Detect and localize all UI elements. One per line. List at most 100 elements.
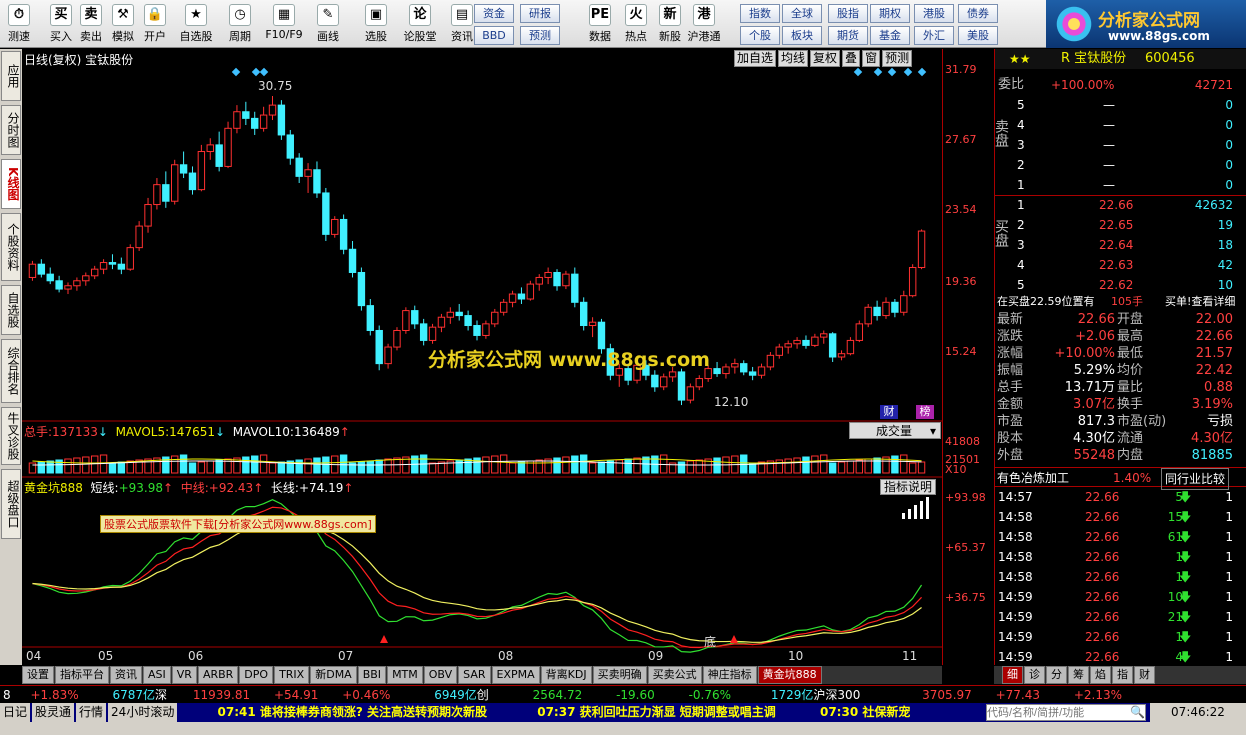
indicator-tab-3[interactable]: ASI <box>143 666 171 684</box>
quick-button-预测[interactable]: 预测 <box>520 26 560 45</box>
right-tab-5[interactable]: 指 <box>1112 666 1133 684</box>
indicator-tab-16[interactable]: 买卖公式 <box>647 666 702 684</box>
quick-button-期权[interactable]: 期权 <box>870 4 910 23</box>
favorite-star-icon[interactable]: ★★ <box>1009 49 1031 69</box>
left-tab-6[interactable]: 牛叉诊股 <box>1 407 21 465</box>
left-tab-7[interactable]: 超级盘口 <box>1 469 21 539</box>
period-button[interactable]: ◷ 周期 <box>218 2 262 46</box>
indicator-tab-10[interactable]: MTM <box>387 666 423 684</box>
quick-button-个股[interactable]: 个股 <box>740 26 780 45</box>
sell-level-row[interactable]: 1—0 <box>995 175 1246 195</box>
candle-body <box>215 144 223 167</box>
ad-banner[interactable]: 股票公式版票软件下载[分析家公式网www.88gs.com] <box>100 515 376 533</box>
indicator-tab-4[interactable]: VR <box>171 666 197 684</box>
indicator-tab-8[interactable]: 新DMA <box>310 666 357 684</box>
indicator-tab-12[interactable]: SAR <box>458 666 491 684</box>
sell-level-row[interactable]: 3—0 <box>995 135 1246 155</box>
indicator-tab-0[interactable]: 设置 <box>22 666 54 684</box>
quick-button-资金[interactable]: 资金 <box>474 4 514 23</box>
chart-control-5[interactable]: 预测 <box>882 50 913 67</box>
quick-button-外汇[interactable]: 外汇 <box>914 26 954 45</box>
news-item-2[interactable]: 07:37 获利回吐压力渐显 短期调整或唱主调 <box>537 705 776 719</box>
chart-control-1[interactable]: 均线 <box>778 50 809 67</box>
chart-control-0[interactable]: 加自选 <box>734 50 777 67</box>
right-tab-3[interactable]: 筹 <box>1068 666 1089 684</box>
indicator-tab-17[interactable]: 神庄指标 <box>702 666 757 684</box>
left-tab-2[interactable]: K线图 <box>1 159 21 209</box>
buy-button[interactable]: 买买入 <box>44 2 78 46</box>
sell-level-row[interactable]: 4—0 <box>995 115 1246 135</box>
sell-level-row[interactable]: 2—0 <box>995 155 1246 175</box>
order-detail-link[interactable]: 买单!查看详细 <box>1165 292 1235 312</box>
left-tab-4[interactable]: 自选股 <box>1 285 21 335</box>
right-tab-0[interactable]: 细 <box>1002 666 1023 684</box>
open-account-button[interactable]: 🔒 开户 <box>138 2 172 46</box>
logo-title: 分析家公式网 <box>1098 11 1200 31</box>
buy-level-row[interactable]: 3 22.64 18 <box>995 235 1246 255</box>
buy-level-row[interactable]: 4 22.63 42 <box>995 255 1246 275</box>
rolling-news-button[interactable]: 24小时滚动 <box>108 703 178 722</box>
indicator-tab-2[interactable]: 资讯 <box>110 666 142 684</box>
indicator-tab-6[interactable]: DPO <box>239 666 274 684</box>
indicator-tab-14[interactable]: 背离KDJ <box>540 666 592 684</box>
indicator-tab-11[interactable]: OBV <box>423 666 458 684</box>
simulate-button[interactable]: ⚒ 模拟 <box>106 2 140 46</box>
indicator-tab-9[interactable]: BBI <box>357 666 387 684</box>
indicator-tab-15[interactable]: 买卖明确 <box>592 666 647 684</box>
left-tab-3[interactable]: 个股资料 <box>1 213 21 281</box>
sell-button[interactable]: 卖卖出 <box>74 2 108 46</box>
f10-button[interactable]: ▦ F10/F9 <box>262 2 306 46</box>
right-tab-4[interactable]: 焰 <box>1090 666 1111 684</box>
quick-button-期货[interactable]: 期货 <box>828 26 868 45</box>
stock-genie-button[interactable]: 股灵通 <box>32 703 75 722</box>
chart-control-3[interactable]: 叠 <box>842 50 861 67</box>
indicator-tab-1[interactable]: 指标平台 <box>55 666 109 684</box>
quick-button-债券[interactable]: 债券 <box>958 4 998 23</box>
quick-button-板块[interactable]: 板块 <box>782 26 822 45</box>
kline-chart-area[interactable]: 日线(复权) 宝钛股份 加自选 均线 复权叠窗预测 30.75 12.10 分析家公… <box>22 49 942 665</box>
chart-control-4[interactable]: 窗 <box>862 50 881 67</box>
news-item-3[interactable]: 07:30 社保新宠 <box>820 705 910 719</box>
drawing-button[interactable]: ✎ 画线 <box>306 2 350 46</box>
indicator-help-button[interactable]: 指标说明 <box>880 479 936 495</box>
quick-button-港股[interactable]: 港股 <box>914 4 954 23</box>
left-tab-0[interactable]: 应用 <box>1 51 21 101</box>
indicator-tab-5[interactable]: ARBR <box>197 666 239 684</box>
quick-button-指数[interactable]: 指数 <box>740 4 780 23</box>
market-button[interactable]: 行情 <box>76 703 107 722</box>
right-tab-1[interactable]: 诊 <box>1024 666 1045 684</box>
order-info-row[interactable]: 在买盘22.59位置有 105手 买单!查看详细 <box>995 292 1246 312</box>
quick-button-基金[interactable]: 基金 <box>870 26 910 45</box>
news-item-1[interactable]: 07:41 谁将接棒券商领涨? 关注高送转预期次新股 <box>218 705 488 719</box>
chart-control-2[interactable]: 复权 <box>810 50 841 67</box>
speed-test-button[interactable]: ⏱ 测速 <box>2 2 36 46</box>
left-tab-5[interactable]: 综合排名 <box>1 339 21 403</box>
finance-badge[interactable]: 财 <box>880 405 898 419</box>
right-tab-2[interactable]: 分 <box>1046 666 1067 684</box>
right-tab-6[interactable]: 财 <box>1134 666 1155 684</box>
rank-badge[interactable]: 榜 <box>916 405 934 419</box>
buy-level-row[interactable]: 1 22.66 42632 <box>995 195 1246 215</box>
indicator-tab-18[interactable]: 黄金坑888 <box>757 666 822 684</box>
left-tab-1[interactable]: 分时图 <box>1 105 21 155</box>
candle-body <box>46 273 54 282</box>
diary-button[interactable]: 日记 <box>0 703 31 722</box>
hk-connect-button[interactable]: 港沪港通 <box>682 2 726 46</box>
quick-button-美股[interactable]: 美股 <box>958 26 998 45</box>
search-input[interactable] <box>986 704 1146 721</box>
indicator-dropdown[interactable]: 成交量 ▾ <box>849 422 941 439</box>
indicator-tab-7[interactable]: TRIX <box>274 666 310 684</box>
quick-button-股指[interactable]: 股指 <box>828 4 868 23</box>
search-icon[interactable]: 🔍 <box>1130 703 1145 722</box>
quick-button-全球[interactable]: 全球 <box>782 4 822 23</box>
month-label-10: 10 <box>788 649 804 663</box>
sell-level-row[interactable]: 5—0 <box>995 95 1246 115</box>
stock-select-button[interactable]: ▣ 选股 <box>354 2 398 46</box>
sector-name[interactable]: 有色冶炼加工 <box>997 468 1069 488</box>
quick-button-研报[interactable]: 研报 <box>520 4 560 23</box>
buy-level-row[interactable]: 2 22.65 19 <box>995 215 1246 235</box>
watchlist-button[interactable]: ★ 自选股 <box>174 2 218 46</box>
quick-button-BBD[interactable]: BBD <box>474 26 514 45</box>
indicator-tab-13[interactable]: EXPMA <box>491 666 540 684</box>
forum-button[interactable]: 论论股堂 <box>398 2 442 46</box>
